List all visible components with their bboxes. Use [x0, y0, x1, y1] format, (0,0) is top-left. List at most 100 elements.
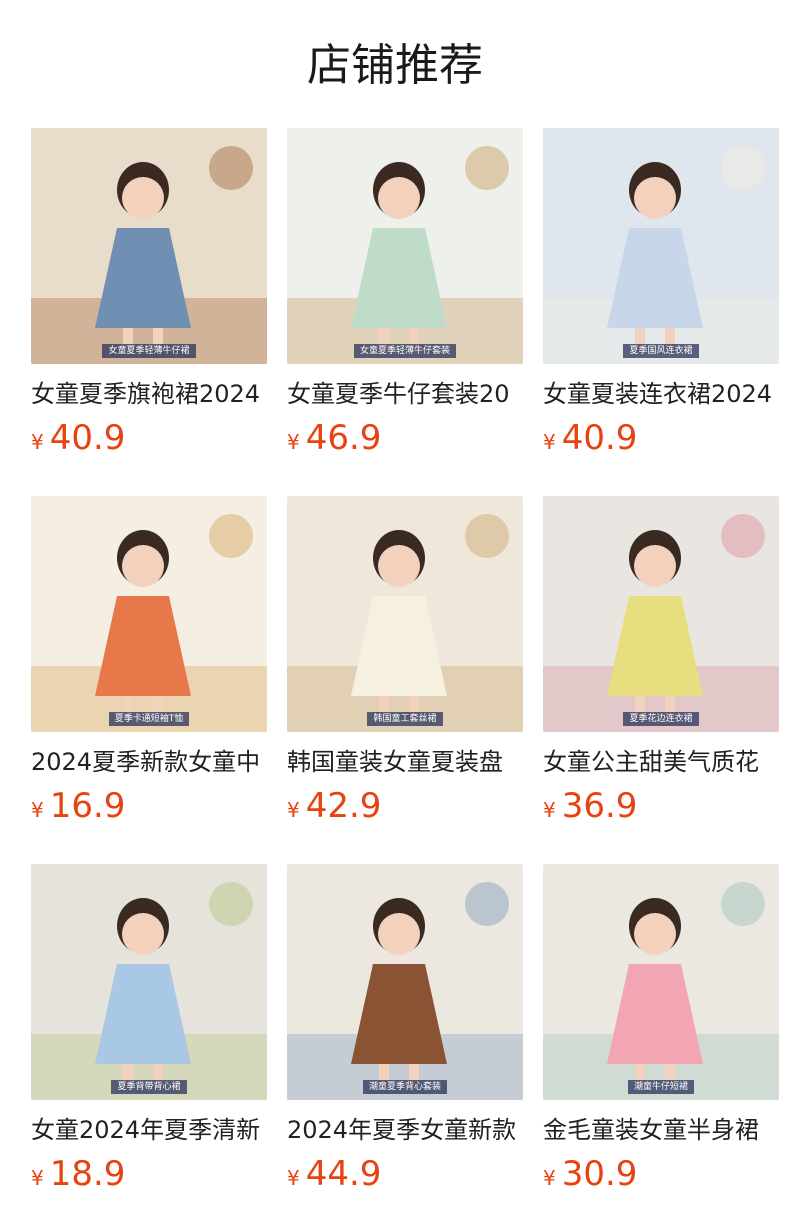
product-photo [31, 864, 267, 1100]
product-title[interactable]: 女童夏季牛仔套装20 [287, 378, 523, 410]
product-image[interactable]: 潮童牛仔短裙 [543, 864, 779, 1100]
price-amount: 40.9 [561, 418, 638, 458]
product-price: ¥16.9 [31, 786, 267, 826]
product-image[interactable]: 夏季背带背心裙 [31, 864, 267, 1100]
price-amount: 44.9 [305, 1154, 382, 1194]
price-amount: 16.9 [49, 786, 126, 826]
product-photo [287, 864, 523, 1100]
product-price: ¥40.9 [31, 418, 267, 458]
product-card[interactable]: 女童夏季轻薄牛仔裙 女童夏季旗袍裙2024 ¥40.9 [31, 128, 267, 464]
child-face [634, 545, 676, 587]
product-card[interactable]: 韩国童工套丝裙 韩国童装女童夏装盘 ¥42.9 [287, 496, 523, 832]
product-title[interactable]: 2024年夏季女童新款 [287, 1114, 523, 1146]
child-face [122, 545, 164, 587]
product-price: ¥36.9 [543, 786, 779, 826]
product-image[interactable]: 夏季花边连衣裙 [543, 496, 779, 732]
product-card[interactable]: 夏季卡通短袖T恤 2024夏季新款女童中 ¥16.9 [31, 496, 267, 832]
store-recommend-page: 店铺推荐 女童夏季轻薄牛仔裙 女童夏季旗袍裙2024 ¥40.9 女童夏季轻薄牛… [0, 0, 790, 1232]
currency-symbol: ¥ [543, 798, 556, 822]
currency-symbol: ¥ [31, 798, 44, 822]
image-tag-text: 夏季花边连衣裙 [623, 712, 699, 726]
photo-decor [465, 514, 509, 558]
currency-symbol: ¥ [31, 1166, 44, 1190]
photo-decor [721, 514, 765, 558]
image-watermark-tag: 女童夏季轻薄牛仔套装 [287, 343, 523, 358]
product-card[interactable]: 夏季背带背心裙 女童2024年夏季清新 ¥18.9 [31, 864, 267, 1200]
child-face [378, 913, 420, 955]
image-tag-text: 夏季卡通短袖T恤 [108, 712, 190, 726]
image-tag-text: 潮童夏季背心套装 [362, 1080, 447, 1094]
image-tag-text: 夏季国风连衣裙 [623, 344, 699, 358]
image-watermark-tag: 夏季花边连衣裙 [543, 711, 779, 726]
product-title[interactable]: 金毛童装女童半身裙 [543, 1114, 779, 1146]
child-face [122, 913, 164, 955]
photo-decor [209, 514, 253, 558]
image-tag-text: 韩国童工套丝裙 [367, 712, 443, 726]
product-title[interactable]: 女童夏季旗袍裙2024 [31, 378, 267, 410]
product-photo [543, 864, 779, 1100]
image-tag-text: 女童夏季轻薄牛仔裙 [102, 344, 196, 358]
product-photo [287, 128, 523, 364]
price-amount: 46.9 [305, 418, 382, 458]
product-card[interactable]: 夏季花边连衣裙 女童公主甜美气质花 ¥36.9 [543, 496, 779, 832]
product-title[interactable]: 女童2024年夏季清新 [31, 1114, 267, 1146]
image-watermark-tag: 夏季卡通短袖T恤 [31, 711, 267, 726]
product-card[interactable]: 潮童牛仔短裙 金毛童装女童半身裙 ¥30.9 [543, 864, 779, 1200]
image-watermark-tag: 夏季背带背心裙 [31, 1079, 267, 1094]
image-watermark-tag: 潮童夏季背心套装 [287, 1079, 523, 1094]
currency-symbol: ¥ [287, 1166, 300, 1190]
product-title[interactable]: 韩国童装女童夏装盘 [287, 746, 523, 778]
product-title[interactable]: 2024夏季新款女童中 [31, 746, 267, 778]
currency-symbol: ¥ [287, 430, 300, 454]
currency-symbol: ¥ [543, 430, 556, 454]
price-amount: 42.9 [305, 786, 382, 826]
image-tag-text: 女童夏季轻薄牛仔套装 [353, 344, 456, 358]
photo-decor [209, 882, 253, 926]
photo-decor [721, 146, 765, 190]
product-price: ¥30.9 [543, 1154, 779, 1194]
product-price: ¥40.9 [543, 418, 779, 458]
currency-symbol: ¥ [287, 798, 300, 822]
photo-decor [209, 146, 253, 190]
image-watermark-tag: 女童夏季轻薄牛仔裙 [31, 343, 267, 358]
photo-decor [465, 146, 509, 190]
photo-decor [721, 882, 765, 926]
price-amount: 30.9 [561, 1154, 638, 1194]
product-card[interactable]: 潮童夏季背心套装 2024年夏季女童新款 ¥44.9 [287, 864, 523, 1200]
product-photo [543, 496, 779, 732]
product-image[interactable]: 女童夏季轻薄牛仔套装 [287, 128, 523, 364]
product-image[interactable]: 女童夏季轻薄牛仔裙 [31, 128, 267, 364]
product-image[interactable]: 夏季国风连衣裙 [543, 128, 779, 364]
section-title: 店铺推荐 [307, 40, 483, 91]
child-face [634, 177, 676, 219]
product-photo [287, 496, 523, 732]
product-image[interactable]: 潮童夏季背心套装 [287, 864, 523, 1100]
product-image[interactable]: 韩国童工套丝裙 [287, 496, 523, 732]
product-price: ¥46.9 [287, 418, 523, 458]
product-title[interactable]: 女童公主甜美气质花 [543, 746, 779, 778]
image-tag-text: 夏季背带背心裙 [111, 1080, 187, 1094]
product-title[interactable]: 女童夏装连衣裙2024 [543, 378, 779, 410]
product-price: ¥18.9 [31, 1154, 267, 1194]
currency-symbol: ¥ [31, 430, 44, 454]
product-photo [31, 496, 267, 732]
product-grid: 女童夏季轻薄牛仔裙 女童夏季旗袍裙2024 ¥40.9 女童夏季轻薄牛仔套装 女… [31, 128, 779, 1200]
currency-symbol: ¥ [543, 1166, 556, 1190]
image-watermark-tag: 潮童牛仔短裙 [543, 1079, 779, 1094]
photo-decor [465, 882, 509, 926]
image-watermark-tag: 韩国童工套丝裙 [287, 711, 523, 726]
child-face [378, 177, 420, 219]
product-photo [31, 128, 267, 364]
product-photo [543, 128, 779, 364]
product-card[interactable]: 女童夏季轻薄牛仔套装 女童夏季牛仔套装20 ¥46.9 [287, 128, 523, 464]
child-face [378, 545, 420, 587]
price-amount: 18.9 [49, 1154, 126, 1194]
price-amount: 40.9 [49, 418, 126, 458]
child-face [122, 177, 164, 219]
product-card[interactable]: 夏季国风连衣裙 女童夏装连衣裙2024 ¥40.9 [543, 128, 779, 464]
price-amount: 36.9 [561, 786, 638, 826]
product-price: ¥44.9 [287, 1154, 523, 1194]
image-watermark-tag: 夏季国风连衣裙 [543, 343, 779, 358]
product-image[interactable]: 夏季卡通短袖T恤 [31, 496, 267, 732]
child-face [634, 913, 676, 955]
